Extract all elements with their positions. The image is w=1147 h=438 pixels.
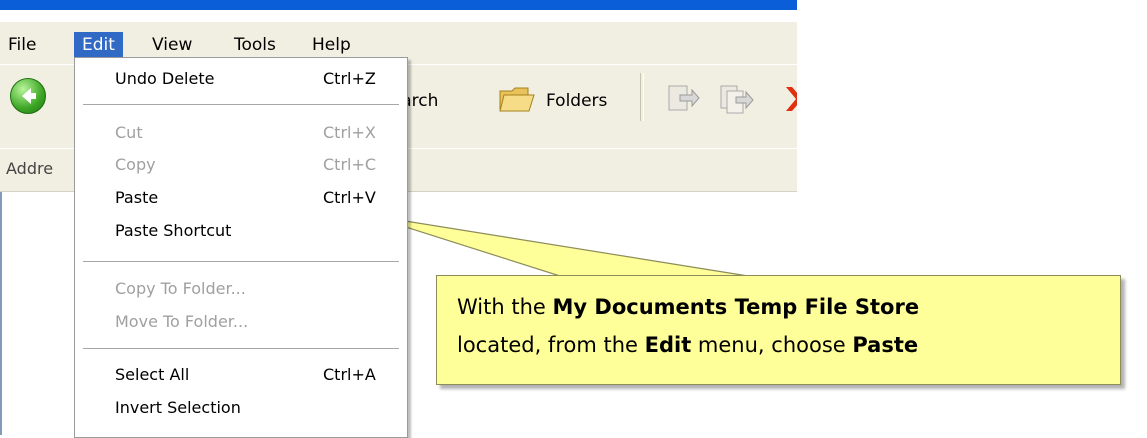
menu-item-shortcut: Ctrl+X [323,123,376,142]
menu-item-shortcut: Ctrl+V [323,188,376,207]
menu-item-select-all[interactable]: Select All Ctrl+A [75,362,405,388]
callout-text: located, from the [457,333,645,357]
menu-item-invert-selection[interactable]: Invert Selection [75,395,405,421]
callout-text: With the [457,295,553,319]
menu-item-move-to-folder: Move To Folder... [75,309,405,335]
menu-item-paste-shortcut[interactable]: Paste Shortcut [75,218,405,244]
menu-item-label: Move To Folder... [115,312,249,331]
menu-item-label: Copy [115,155,156,174]
menu-item-label: Cut [115,123,143,142]
callout-bold-command: Paste [852,333,919,357]
callout-bold-menu: Edit [644,333,692,357]
menu-item-paste[interactable]: Paste Ctrl+V [75,185,405,211]
menu-item-shortcut: Ctrl+A [323,365,376,384]
edit-menu-dropdown: Undo Delete Ctrl+Z Cut Ctrl+X Copy Ctrl+… [74,57,408,438]
menu-separator [83,348,399,349]
menu-separator [83,104,399,105]
menu-item-label: Undo Delete [115,69,215,88]
menu-item-shortcut: Ctrl+C [323,155,377,174]
menu-item-label: Copy To Folder... [115,279,246,298]
menu-item-copy-to-folder: Copy To Folder... [75,276,405,302]
menu-item-label: Select All [115,365,190,384]
callout-text: menu, choose [691,333,853,357]
menu-item-label: Invert Selection [115,398,241,417]
menu-item-undo-delete[interactable]: Undo Delete Ctrl+Z [75,66,405,92]
menu-separator [83,261,399,262]
instruction-callout: With the My Documents Temp File Store lo… [436,275,1121,385]
menu-item-shortcut: Ctrl+Z [323,69,376,88]
menu-item-label: Paste Shortcut [115,221,232,240]
menu-item-cut: Cut Ctrl+X [75,120,405,146]
menu-item-label: Paste [115,188,159,207]
callout-bold-location: My Documents Temp File Store [552,295,920,319]
menu-item-copy: Copy Ctrl+C [75,152,405,178]
